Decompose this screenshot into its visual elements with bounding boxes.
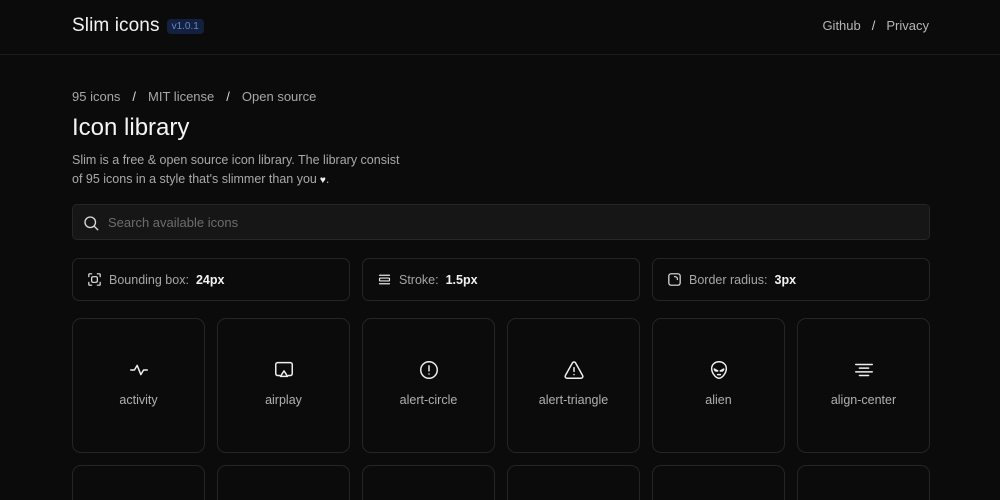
icon-name: activity bbox=[119, 393, 158, 407]
icon-card-alert-circle[interactable]: alert-circle bbox=[362, 318, 495, 453]
icon-name: align-center bbox=[830, 393, 897, 407]
icon-card[interactable] bbox=[652, 465, 785, 500]
icon-card[interactable] bbox=[797, 465, 930, 500]
description-line-2-text: of 95 icons in a style that's slimmer th… bbox=[72, 172, 317, 186]
nav-link-github[interactable]: Github bbox=[822, 18, 860, 33]
search-input[interactable] bbox=[108, 205, 908, 239]
stroke-icon bbox=[375, 271, 393, 289]
search-bar[interactable] bbox=[72, 204, 930, 240]
align-center-icon bbox=[853, 359, 875, 381]
page-title: Icon library bbox=[72, 114, 190, 141]
setting-value: 3px bbox=[774, 272, 797, 287]
setting-label: Bounding box: bbox=[109, 272, 189, 287]
icon-name: alert-circle bbox=[399, 393, 458, 407]
icon-card-alien[interactable]: alien bbox=[652, 318, 785, 453]
settings-row: Bounding box: 24px Stroke: 1.5px Border … bbox=[72, 258, 930, 301]
meta-open-source: Open source bbox=[241, 89, 317, 104]
brand[interactable]: Slim icons v1.0.1 bbox=[72, 15, 204, 37]
setting-label: Border radius: bbox=[689, 272, 768, 287]
alert-circle-icon bbox=[418, 359, 440, 381]
meta-separator: / bbox=[226, 89, 230, 104]
top-nav: Github / Privacy bbox=[822, 18, 929, 33]
icon-card[interactable] bbox=[217, 465, 350, 500]
meta-breadcrumb: 95 icons / MIT license / Open source bbox=[72, 89, 316, 104]
icon-name: airplay bbox=[265, 393, 302, 407]
meta-icon-count: 95 icons bbox=[72, 89, 121, 104]
setting-value: 1.5px bbox=[445, 272, 478, 287]
setting-label: Stroke: bbox=[399, 272, 439, 287]
page-description: Slim is a free & open source icon librar… bbox=[72, 151, 432, 190]
icon-card[interactable] bbox=[362, 465, 495, 500]
description-line-2: of 95 icons in a style that's slimmer th… bbox=[72, 170, 432, 190]
meta-separator: / bbox=[132, 89, 137, 104]
icon-name: alert-triangle bbox=[538, 393, 609, 407]
setting-border-radius[interactable]: Border radius: 3px bbox=[652, 258, 930, 301]
icon-card-alert-triangle[interactable]: alert-triangle bbox=[507, 318, 640, 453]
border-radius-icon bbox=[665, 271, 683, 289]
icon-card-airplay[interactable]: airplay bbox=[217, 318, 350, 453]
icon-card[interactable] bbox=[507, 465, 640, 500]
description-end: . bbox=[325, 172, 330, 186]
icon-card-align-center[interactable]: align-center bbox=[797, 318, 930, 453]
nav-separator: / bbox=[871, 18, 876, 33]
activity-icon bbox=[128, 359, 150, 381]
bounding-box-icon bbox=[85, 271, 103, 289]
setting-bounding-box[interactable]: Bounding box: 24px bbox=[72, 258, 350, 301]
search-icon bbox=[82, 214, 100, 237]
nav-link-privacy[interactable]: Privacy bbox=[886, 18, 929, 33]
brand-name[interactable]: Slim icons bbox=[72, 15, 160, 37]
icon-card[interactable] bbox=[72, 465, 205, 500]
version-badge: v1.0.1 bbox=[166, 19, 204, 34]
icon-card-activity[interactable]: activity bbox=[72, 318, 205, 453]
icon-grid: activity airplay alert-circle alert-tria… bbox=[72, 318, 930, 500]
alert-triangle-icon bbox=[563, 359, 585, 381]
airplay-icon bbox=[273, 359, 295, 381]
description-line-1: Slim is a free & open source icon librar… bbox=[72, 153, 400, 167]
top-header: Slim icons v1.0.1 Github / Privacy bbox=[0, 0, 1000, 55]
alien-icon bbox=[708, 359, 730, 381]
icon-name: alien bbox=[705, 393, 732, 407]
setting-stroke[interactable]: Stroke: 1.5px bbox=[362, 258, 640, 301]
meta-license: MIT license bbox=[148, 89, 215, 104]
setting-value: 24px bbox=[195, 272, 225, 287]
